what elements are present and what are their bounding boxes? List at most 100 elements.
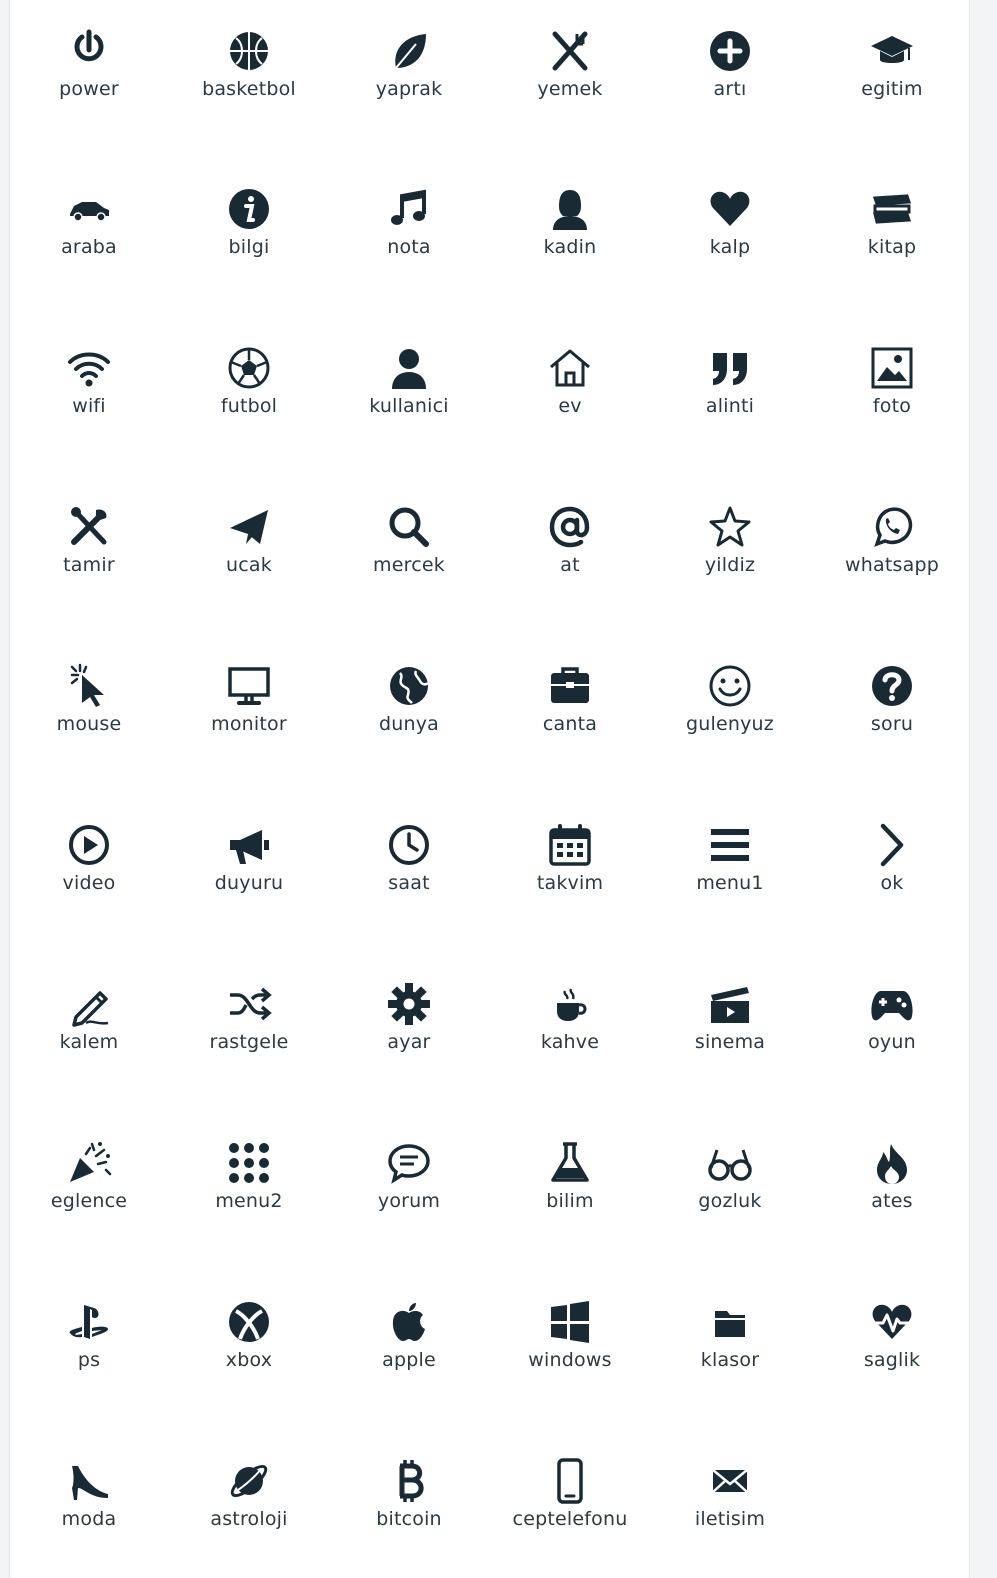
icon-label: astroloji (210, 1508, 288, 1530)
icon-tile-menu2[interactable]: menu2 (174, 1112, 324, 1232)
icon-tile-art-[interactable]: artı (655, 0, 805, 120)
icon-tile-yorum[interactable]: yorum (334, 1112, 484, 1232)
icon-tile-astroloji[interactable]: astroloji (174, 1430, 324, 1550)
playstation-icon (66, 1299, 112, 1345)
icon-tile-egitim[interactable]: egitim (817, 0, 967, 120)
icon-label: soru (870, 713, 914, 735)
briefcase-icon (547, 663, 593, 709)
icon-tile-foto[interactable]: foto (817, 317, 967, 437)
icon-tile-bilim[interactable]: bilim (495, 1112, 645, 1232)
icon-tile-ayar[interactable]: ayar (334, 953, 484, 1073)
icon-tile-tamir[interactable]: tamir (14, 476, 164, 596)
icon-label: yaprak (375, 78, 443, 100)
icon-tile-ok[interactable]: ok (817, 794, 967, 914)
icon-label: apple (382, 1349, 436, 1371)
icon-tile-xbox[interactable]: xbox (174, 1271, 324, 1391)
icon-tile-kahve[interactable]: kahve (495, 953, 645, 1073)
icon-tile-soru[interactable]: soru (817, 635, 967, 755)
icon-tile-menu1[interactable]: menu1 (655, 794, 805, 914)
icon-label: yildiz (704, 554, 756, 576)
icon-tile-kitap[interactable]: kitap (817, 158, 967, 278)
icon-label: klasor (700, 1349, 760, 1371)
icon-label: monitor (211, 713, 287, 735)
icon-label: power (59, 78, 119, 100)
icon-tile-bilgi[interactable]: bilgi (174, 158, 324, 278)
icon-label: video (62, 872, 116, 894)
wifi-icon (66, 345, 112, 391)
shuffle-icon (226, 981, 272, 1027)
windows-icon (547, 1299, 593, 1345)
hamburger-icon (707, 822, 753, 868)
icon-tile-apple[interactable]: apple (334, 1271, 484, 1391)
icon-tile-yemek[interactable]: yemek (495, 0, 645, 120)
smiley-icon (707, 663, 753, 709)
icon-tile-saat[interactable]: saat (334, 794, 484, 914)
icon-tile-ceptelefonu[interactable]: ceptelefonu (495, 1430, 645, 1550)
icon-tile-yaprak[interactable]: yaprak (334, 0, 484, 120)
icon-tile-canta[interactable]: canta (495, 635, 645, 755)
icon-tile-power[interactable]: power (14, 0, 164, 120)
books-icon (869, 186, 915, 232)
at-sign-icon (547, 504, 593, 550)
icon-tile-takvim[interactable]: takvim (495, 794, 645, 914)
icon-tile-rastgele[interactable]: rastgele (174, 953, 324, 1073)
icon-label: canta (542, 713, 598, 735)
icon-panel: power basketbol yaprak yemek artı egitim araba… (9, 0, 970, 1578)
icon-tile-at[interactable]: at (495, 476, 645, 596)
icon-tile-basketbol[interactable]: basketbol (174, 0, 324, 120)
icon-label: yorum (377, 1190, 441, 1212)
icon-tile-whatsapp[interactable]: whatsapp (817, 476, 967, 596)
mobile-phone-icon (547, 1458, 593, 1504)
icon-tile-sinema[interactable]: sinema (655, 953, 805, 1073)
icon-tile-mouse[interactable]: mouse (14, 635, 164, 755)
icon-tile-ates[interactable]: ates (817, 1112, 967, 1232)
woman-icon (547, 186, 593, 232)
icon-tile-gozluk[interactable]: gozluk (655, 1112, 805, 1232)
icon-tile-oyun[interactable]: oyun (817, 953, 967, 1073)
icon-tile-wifi[interactable]: wifi (14, 317, 164, 437)
icon-tile-gulenyuz[interactable]: gulenyuz (655, 635, 805, 755)
icon-tile-duyuru[interactable]: duyuru (174, 794, 324, 914)
icon-label: araba (61, 236, 117, 258)
icon-label: windows (528, 1349, 612, 1371)
icon-label: futbol (220, 395, 278, 417)
icon-tile-kadin[interactable]: kadin (495, 158, 645, 278)
icon-tile-saglik[interactable]: saglik (817, 1271, 967, 1391)
icon-tile-alinti[interactable]: alinti (655, 317, 805, 437)
icon-tile-monitor[interactable]: monitor (174, 635, 324, 755)
icon-tile-klasor[interactable]: klasor (655, 1271, 805, 1391)
fire-icon (869, 1140, 915, 1186)
icon-tile-moda[interactable]: moda (14, 1430, 164, 1550)
icon-tile-iletisim[interactable]: iletisim (655, 1430, 805, 1550)
clapperboard-icon (707, 981, 753, 1027)
home-icon (547, 345, 593, 391)
icon-tile-kalem[interactable]: kalem (14, 953, 164, 1073)
cursor-icon (66, 663, 112, 709)
icon-tile-windows[interactable]: windows (495, 1271, 645, 1391)
icon-label: ceptelefonu (512, 1508, 628, 1530)
icon-tile-video[interactable]: video (14, 794, 164, 914)
icon-tile-kullanici[interactable]: kullanici (334, 317, 484, 437)
bitcoin-icon (386, 1458, 432, 1504)
icon-tile-futbol[interactable]: futbol (174, 317, 324, 437)
icon-label: sinema (694, 1031, 766, 1053)
icon-tile-ps[interactable]: ps (14, 1271, 164, 1391)
icon-tile-dunya[interactable]: dunya (334, 635, 484, 755)
icon-label: gozluk (698, 1190, 762, 1212)
icon-label: basketbol (202, 78, 296, 100)
icon-tile-yildiz[interactable]: yildiz (655, 476, 805, 596)
icon-tile-mercek[interactable]: mercek (334, 476, 484, 596)
icon-tile-ucak[interactable]: ucak (174, 476, 324, 596)
icon-tile-araba[interactable]: araba (14, 158, 164, 278)
party-popper-icon (66, 1140, 112, 1186)
icon-tile-eglence[interactable]: eglence (14, 1112, 164, 1232)
basketball-icon (226, 28, 272, 74)
icon-label: kahve (540, 1031, 600, 1053)
icon-tile-bitcoin[interactable]: bitcoin (334, 1430, 484, 1550)
icon-label: kullanici (369, 395, 449, 417)
heart-icon (707, 186, 753, 232)
icon-tile-nota[interactable]: nota (334, 158, 484, 278)
icon-tile-kalp[interactable]: kalp (655, 158, 805, 278)
icon-label: kalp (709, 236, 751, 258)
icon-tile-ev[interactable]: ev (495, 317, 645, 437)
